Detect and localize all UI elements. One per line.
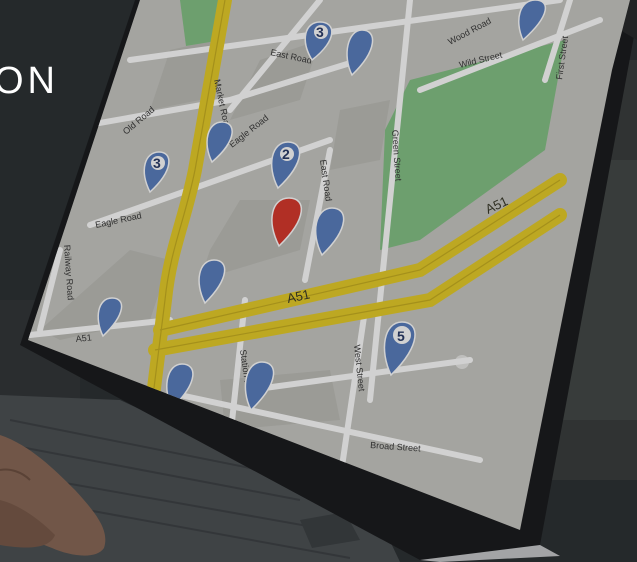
heading-fragment: ON	[0, 60, 59, 102]
photo-scene: Market Road East Road Wood Road Wild Str…	[0, 0, 637, 562]
dim-overlay	[0, 0, 637, 562]
